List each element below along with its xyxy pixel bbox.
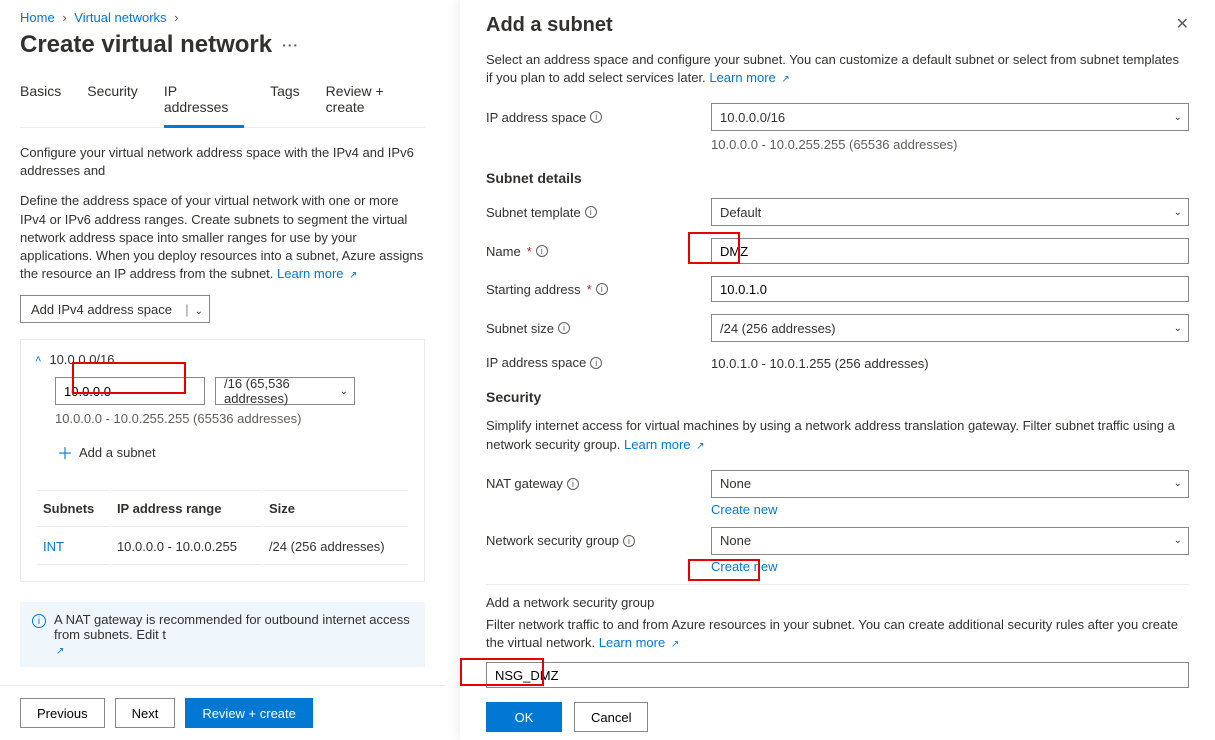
external-link-icon: ↗ xyxy=(671,639,679,650)
external-link-icon: ↗ xyxy=(696,441,704,452)
info-icon[interactable]: i xyxy=(567,478,579,490)
ip-space-select[interactable]: 10.0.0.0/16⌄ xyxy=(711,103,1189,131)
breadcrumb: Home › Virtual networks › xyxy=(20,10,425,25)
info-icon[interactable]: i xyxy=(558,322,570,334)
nsg-label: Network security group xyxy=(486,533,619,548)
col-subnets: Subnets xyxy=(37,490,109,527)
chevron-down-icon: ⌄ xyxy=(1174,207,1182,218)
address-mask-select[interactable]: /16 (65,536 addresses)⌄ xyxy=(215,377,355,405)
intro-text-2: Define the address space of your virtual… xyxy=(20,192,425,283)
subnet-details-heading: Subnet details xyxy=(486,170,1189,186)
info-icon[interactable]: i xyxy=(623,535,635,547)
col-size: Size xyxy=(263,490,408,527)
info-icon[interactable]: i xyxy=(585,206,597,218)
highlight-box xyxy=(72,362,186,394)
external-link-icon[interactable]: ↗ xyxy=(56,646,64,657)
info-icon[interactable]: i xyxy=(590,111,602,123)
subnet-name-input[interactable] xyxy=(711,238,1189,264)
nsg-box-desc: Filter network traffic to and from Azure… xyxy=(486,616,1189,652)
highlight-box xyxy=(688,232,740,264)
panel-intro: Select an address space and configure yo… xyxy=(486,51,1189,87)
info-icon: i xyxy=(32,614,46,628)
tab-tags[interactable]: Tags xyxy=(270,77,300,127)
chevron-down-icon: ⌄ xyxy=(195,306,203,317)
info-icon[interactable]: i xyxy=(536,245,548,257)
ok-button[interactable]: OK xyxy=(486,702,562,732)
chevron-down-icon: ⌄ xyxy=(1174,323,1182,334)
learn-more-link[interactable]: Learn more ↗ xyxy=(709,70,790,85)
cancel-button[interactable]: Cancel xyxy=(574,702,648,732)
info-banner: i A NAT gateway is recommended for outbo… xyxy=(20,602,425,667)
highlight-box xyxy=(688,559,760,581)
ip-space-range: 10.0.0.0 - 10.0.255.255 (65536 addresses… xyxy=(711,137,1189,152)
add-address-space-dropdown[interactable]: Add IPv4 address space |⌄ xyxy=(20,295,210,323)
tab-ip-addresses[interactable]: IP addresses xyxy=(164,77,244,128)
next-button[interactable]: Next xyxy=(115,698,176,728)
nsg-select[interactable]: None⌄ xyxy=(711,527,1189,555)
table-row: INT 10.0.0.0 - 10.0.0.255 /24 (256 addre… xyxy=(37,529,408,565)
add-nsg-box: Add a network security group Filter netw… xyxy=(486,584,1189,732)
external-link-icon: ↗ xyxy=(349,270,357,281)
learn-more-link[interactable]: Learn more ↗ xyxy=(624,437,705,452)
template-label: Subnet template xyxy=(486,205,581,220)
learn-more-link[interactable]: Learn more ↗ xyxy=(599,635,680,650)
crumb-vnets[interactable]: Virtual networks xyxy=(74,10,166,25)
crumb-home[interactable]: Home xyxy=(20,10,55,25)
col-range: IP address range xyxy=(111,490,261,527)
nat-gateway-select[interactable]: None⌄ xyxy=(711,470,1189,498)
external-link-icon: ↗ xyxy=(781,74,789,85)
address-range-text: 10.0.0.0 - 10.0.255.255 (65536 addresses… xyxy=(35,411,410,426)
start-label: Starting address xyxy=(486,282,581,297)
subnet-int-link[interactable]: INT xyxy=(43,539,64,554)
chevron-down-icon: ⌄ xyxy=(1174,112,1182,123)
starting-address-input[interactable] xyxy=(711,276,1189,302)
security-desc: Simplify internet access for virtual mac… xyxy=(486,417,1189,453)
collapse-icon[interactable]: ˄ xyxy=(35,354,41,366)
nsg-create-new-link[interactable]: Create new xyxy=(711,559,1189,574)
tabs: Basics Security IP addresses Tags Review… xyxy=(20,77,425,128)
intro-text-1: Configure your virtual network address s… xyxy=(20,144,425,180)
ip-space2-value: 10.0.1.0 - 10.0.1.255 (256 addresses) xyxy=(711,354,1189,371)
add-subnet-button[interactable]: ＋ Add a subnet xyxy=(47,434,166,470)
ip-space2-label: IP address space xyxy=(486,355,586,370)
nsg-box-title: Add a network security group xyxy=(486,595,1189,610)
close-icon[interactable]: ✕ xyxy=(1176,14,1189,34)
name-label: Name xyxy=(486,244,521,259)
nat-create-new-link[interactable]: Create new xyxy=(711,502,1189,517)
nsg-name-input[interactable] xyxy=(486,662,1189,688)
footer: Previous Next Review + create xyxy=(0,685,445,740)
nat-label: NAT gateway xyxy=(486,476,563,491)
info-icon[interactable]: i xyxy=(596,283,608,295)
chevron-down-icon: ⌄ xyxy=(340,386,348,397)
row-size: /24 (256 addresses) xyxy=(263,529,408,565)
tab-basics[interactable]: Basics xyxy=(20,77,61,127)
security-heading: Security xyxy=(486,389,1189,405)
more-icon[interactable]: ··· xyxy=(282,37,299,53)
highlight-box xyxy=(460,658,544,686)
chevron-down-icon: ⌄ xyxy=(1174,535,1182,546)
chevron-down-icon: ⌄ xyxy=(1174,478,1182,489)
subnet-size-select[interactable]: /24 (256 addresses)⌄ xyxy=(711,314,1189,342)
row-range: 10.0.0.0 - 10.0.0.255 xyxy=(111,529,261,565)
plus-icon: ＋ xyxy=(57,440,73,464)
page-title: Create virtual network ··· xyxy=(20,31,425,59)
template-select[interactable]: Default⌄ xyxy=(711,198,1189,226)
tab-review[interactable]: Review + create xyxy=(326,77,425,127)
size-label: Subnet size xyxy=(486,321,554,336)
info-icon[interactable]: i xyxy=(590,357,602,369)
add-subnet-panel: Add a subnet ✕ Select an address space a… xyxy=(460,0,1215,740)
review-create-button[interactable]: Review + create xyxy=(185,698,313,728)
subnets-table: Subnets IP address range Size INT 10.0.0… xyxy=(35,488,410,567)
ip-space-label: IP address space xyxy=(486,110,586,125)
tab-security[interactable]: Security xyxy=(87,77,138,127)
panel-title: Add a subnet xyxy=(486,14,613,37)
learn-more-link[interactable]: Learn more ↗ xyxy=(277,266,358,281)
previous-button[interactable]: Previous xyxy=(20,698,105,728)
